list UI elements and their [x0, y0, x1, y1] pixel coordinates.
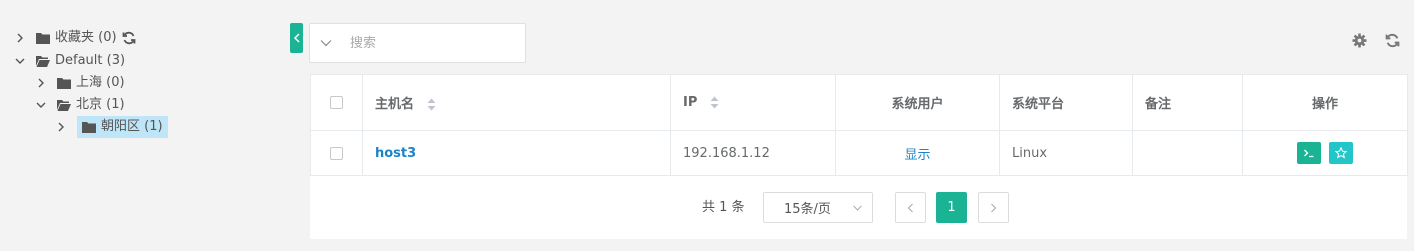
- tree-node-favorites[interactable]: 收藏夹 (0): [14, 27, 136, 49]
- asset-table: 主机名 IP 系统用户 系统平台 备注 操作 host3 192.168.1.1…: [310, 74, 1408, 176]
- row-checkbox[interactable]: [330, 146, 343, 160]
- tree-node-label: 收藏夹 (0): [55, 30, 117, 45]
- platform-cell: Linux: [999, 130, 1133, 176]
- page-button-current[interactable]: 1: [936, 192, 967, 223]
- select-all-checkbox[interactable]: [330, 96, 343, 109]
- chevron-right-icon[interactable]: [35, 77, 47, 89]
- chevron-left-icon: [293, 33, 300, 43]
- tree-node-default[interactable]: Default (3): [14, 50, 125, 72]
- column-header-comment: 备注: [1132, 74, 1243, 131]
- tree-node-label: 朝阳区 (1): [101, 119, 163, 134]
- chevron-left-icon: [907, 203, 913, 212]
- tree-node-shanghai[interactable]: 上海 (0): [35, 72, 125, 94]
- chevron-down-icon[interactable]: [35, 99, 47, 111]
- system-user-cell: 显示: [835, 130, 1000, 176]
- column-header-hostname[interactable]: 主机名: [362, 74, 671, 131]
- comment-cell: [1132, 130, 1243, 176]
- search-input[interactable]: [350, 28, 510, 58]
- folder-icon: [36, 32, 50, 44]
- favorite-button[interactable]: [1329, 142, 1354, 164]
- column-header-system-user: 系统用户: [835, 74, 1000, 131]
- folder-icon: [82, 121, 96, 133]
- sort-icon[interactable]: [427, 98, 436, 111]
- search-box[interactable]: [309, 23, 526, 63]
- pagination: 共 1 条 15条/页 1: [310, 192, 1407, 224]
- hostname-link[interactable]: host3: [375, 146, 416, 161]
- column-header-platform: 系统平台: [999, 74, 1133, 131]
- star-icon: [1335, 147, 1348, 159]
- collapse-sidebar-button[interactable]: [290, 23, 303, 53]
- page-size-select[interactable]: 15条/页: [763, 192, 873, 223]
- tree-node-label: Default (3): [55, 53, 126, 68]
- column-header-ip[interactable]: IP: [670, 74, 836, 131]
- row-select-cell: [310, 130, 363, 176]
- tree-node-label: 北京 (1): [76, 97, 125, 112]
- chevron-down-icon[interactable]: [14, 55, 26, 67]
- refresh-icon[interactable]: [1385, 33, 1400, 48]
- terminal-icon: [1303, 149, 1314, 158]
- hostname-cell: host3: [362, 130, 671, 176]
- next-page-button[interactable]: [978, 192, 1009, 223]
- tree-node-label: 上海 (0): [76, 75, 125, 90]
- chevron-right-icon[interactable]: [55, 121, 67, 133]
- chevron-down-icon: [853, 205, 862, 211]
- chevron-right-icon[interactable]: [14, 32, 26, 44]
- chevron-right-icon: [991, 203, 997, 212]
- page-size-value: 15条/页: [784, 202, 831, 217]
- folder-open-icon: [36, 55, 50, 67]
- gear-icon[interactable]: [1352, 33, 1367, 48]
- folder-open-icon: [57, 99, 71, 111]
- asset-table-panel: 主机名 IP 系统用户 系统平台 备注 操作 host3 192.168.1.1…: [310, 74, 1408, 239]
- tree-node-chaoyang[interactable]: 朝阳区 (1): [55, 116, 168, 138]
- column-header-actions: 操作: [1242, 74, 1408, 131]
- tree-node-selected[interactable]: 朝阳区 (1): [77, 116, 168, 138]
- prev-page-button[interactable]: [895, 192, 926, 223]
- show-system-user-link[interactable]: 显示: [904, 148, 930, 163]
- chevron-down-icon[interactable]: [320, 39, 332, 47]
- select-all-cell: [310, 74, 363, 131]
- connect-terminal-button[interactable]: [1296, 142, 1321, 164]
- pagination-total: 共 1 条: [702, 200, 745, 215]
- refresh-icon[interactable]: [122, 31, 136, 45]
- sort-icon[interactable]: [710, 96, 719, 109]
- actions-cell: [1242, 130, 1408, 176]
- ip-cell: 192.168.1.12: [670, 130, 836, 176]
- table-header-row: 主机名 IP 系统用户 系统平台 备注 操作: [310, 74, 1408, 131]
- tree-node-beijing[interactable]: 北京 (1): [35, 94, 125, 116]
- table-row: host3 192.168.1.12 显示 Linux: [310, 130, 1408, 176]
- folder-icon: [57, 77, 71, 89]
